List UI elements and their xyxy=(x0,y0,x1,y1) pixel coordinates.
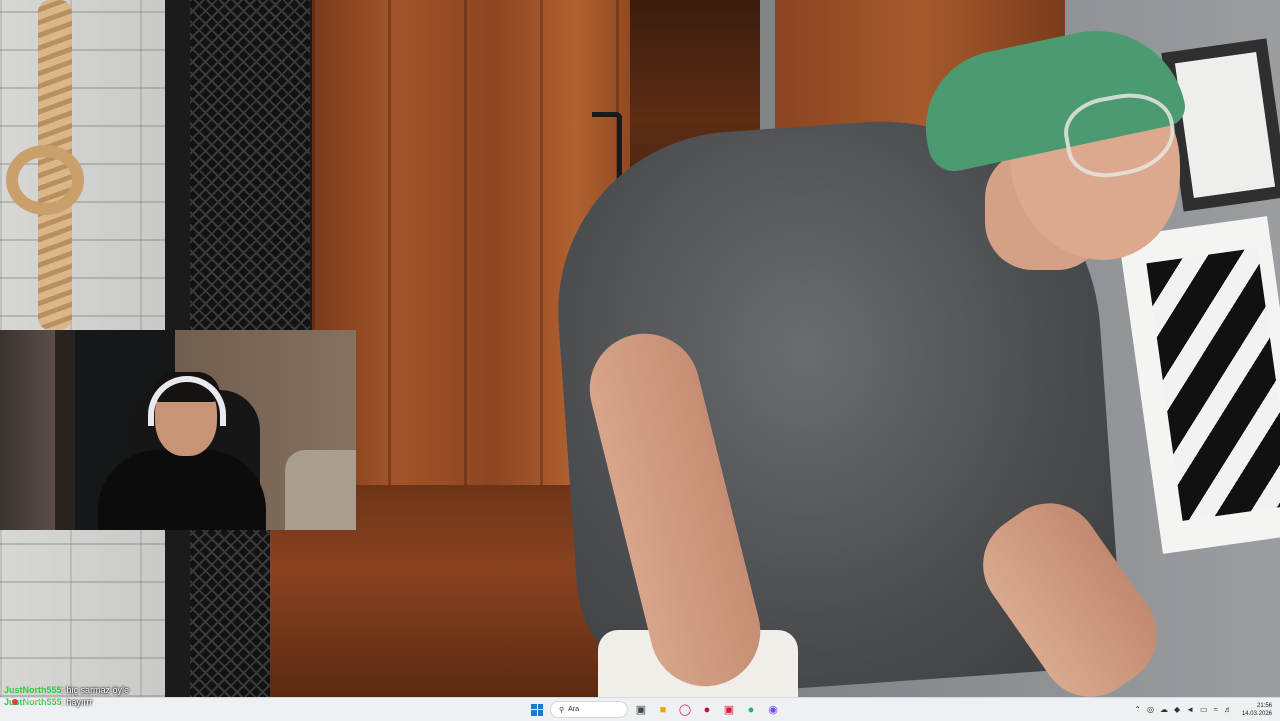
clock-date: 14.03.2026 xyxy=(1241,710,1272,717)
weather-notification[interactable]: Yağmur uyarısı xyxy=(12,699,60,706)
chat-text: : hiç sarmaz öyle xyxy=(61,685,130,695)
taskbar: ⚲ Ara ▣ ■ ◯ ● ▣ ● ◉ ⌃ ◎ ☁ ◆ ◄ ▭ ≈ ♬ 21:5… xyxy=(0,697,1280,721)
notification-text: Yağmur uyarısı xyxy=(20,699,61,706)
speaker-icon[interactable]: ♬ xyxy=(1224,705,1232,714)
system-tray: ⌃ ◎ ☁ ◆ ◄ ▭ ≈ ♬ 21:56 14.03.2026 xyxy=(1134,698,1280,721)
wifi-icon[interactable]: ≈ xyxy=(1214,705,1218,714)
chat-username: JustNorth555 xyxy=(4,685,62,695)
system-clock[interactable]: 21:56 14.03.2026 xyxy=(1242,702,1272,718)
network-icon[interactable]: ◎ xyxy=(1147,705,1154,714)
webcam-bed xyxy=(285,450,356,530)
alert-dot-icon xyxy=(12,699,18,705)
task-view-icon[interactable]: ▣ xyxy=(632,701,650,719)
chat-message: JustNorth555: hiç sarmaz öyle xyxy=(4,684,129,696)
webcam-overlay xyxy=(0,330,356,530)
app-red-circle-icon[interactable]: ● xyxy=(698,701,716,719)
chevron-up-icon[interactable]: ⌃ xyxy=(1134,705,1141,714)
clock-time: 21:56 xyxy=(1256,702,1272,709)
chat-text: : hayırrr xyxy=(61,697,93,707)
windows-start-icon[interactable] xyxy=(528,701,546,719)
webcam-streamer-body xyxy=(98,450,266,530)
search-icon: ⚲ xyxy=(559,706,565,714)
cloud-icon[interactable]: ☁ xyxy=(1160,705,1168,714)
search-placeholder: Ara xyxy=(568,706,580,713)
display-icon[interactable]: ▭ xyxy=(1200,705,1208,714)
file-explorer-icon[interactable]: ■ xyxy=(654,701,672,719)
app-purple-icon[interactable]: ◉ xyxy=(764,701,782,719)
taskbar-apps: ⚲ Ara ▣ ■ ◯ ● ▣ ● ◉ xyxy=(528,700,782,719)
webcam-curtain xyxy=(0,330,55,530)
rope-knot xyxy=(6,145,84,215)
microphone-icon[interactable]: ◄ xyxy=(1186,705,1194,714)
taskbar-search[interactable]: ⚲ Ara xyxy=(550,701,628,718)
spotify-icon[interactable]: ● xyxy=(742,701,760,719)
app-red-square-icon[interactable]: ▣ xyxy=(720,701,738,719)
app-tray-icon[interactable]: ◆ xyxy=(1174,705,1180,714)
opera-browser-icon[interactable]: ◯ xyxy=(676,701,694,719)
